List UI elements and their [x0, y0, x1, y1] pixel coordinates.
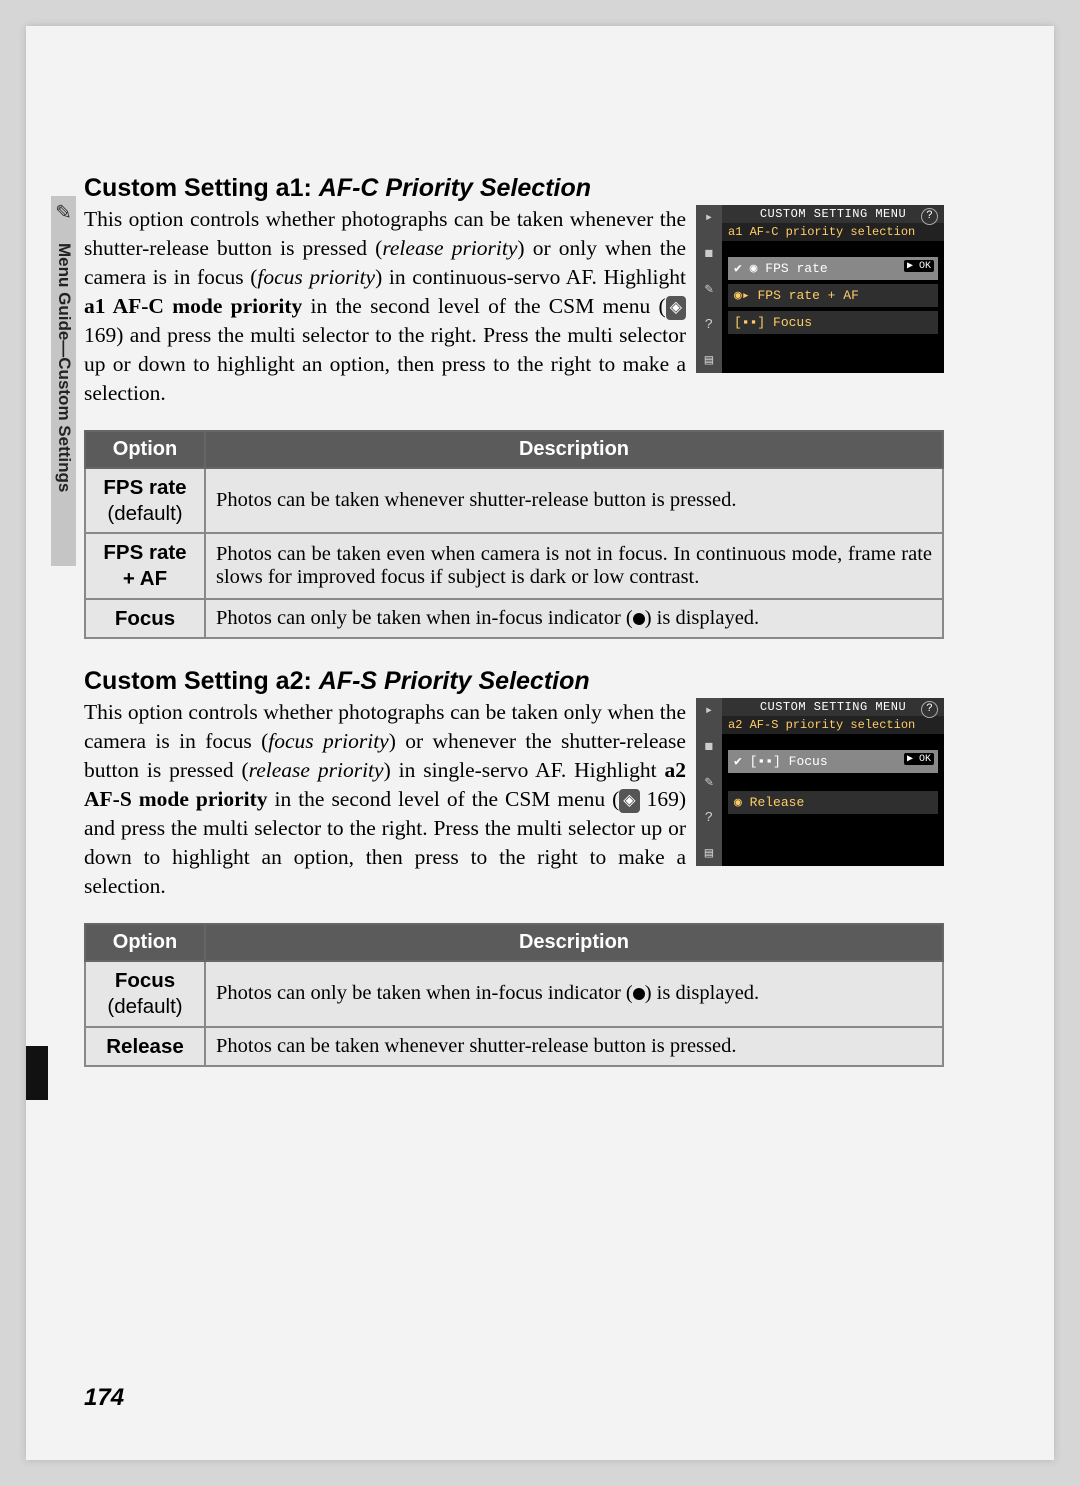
- th-option: Option: [85, 431, 205, 468]
- wrench-icon: ?: [705, 317, 713, 333]
- wrench-icon: ?: [705, 810, 713, 826]
- screenshot-row-selected: ✔ ◉ FPS rate ▶ OK: [728, 257, 938, 280]
- camera-icon: ◼: [705, 738, 713, 755]
- table-row: Focus Photos can only be taken when in-f…: [85, 599, 943, 639]
- heading-a2: Custom Setting a2: AF-S Priority Selecti…: [84, 667, 944, 696]
- screenshot-title: CUSTOM SETTING MENU: [722, 698, 944, 716]
- page-ref-num: 169: [84, 323, 116, 347]
- opt-sub: (default): [107, 995, 182, 1018]
- camera-screenshot-a1: ▸ ◼ ✎ ? ▤ CUSTOM SETTING MENU ? a1 AF-C …: [696, 205, 944, 373]
- opt-desc: Photos can be taken even when camera is …: [205, 533, 943, 598]
- table-row: Focus (default) Photos can only be taken …: [85, 961, 943, 1026]
- table-row: FPS rate+ AF Photos can be taken even wh…: [85, 533, 943, 598]
- screenshot-row: ◉▸ FPS rate + AF: [728, 284, 938, 307]
- opt-name: Release: [106, 1035, 184, 1058]
- screenshot-sidebar-icons: ▸ ◼ ✎ ? ▤: [696, 698, 722, 866]
- section-a1: Custom Setting a1: AF-C Priority Selecti…: [84, 174, 944, 639]
- heading-a1-prefix: Custom Setting a1:: [84, 174, 312, 202]
- pencil-icon: ✎: [705, 281, 713, 298]
- play-icon: ▸: [705, 209, 713, 226]
- play-icon: ▸: [705, 702, 713, 719]
- page-ref-icon: ◈: [619, 789, 639, 813]
- camera-screenshot-a2: ▸ ◼ ✎ ? ▤ CUSTOM SETTING MENU ? a2 AF-S …: [696, 698, 944, 866]
- ok-badge: ▶ OK: [904, 260, 934, 272]
- th-description: Description: [205, 924, 943, 961]
- card-icon: ▤: [705, 352, 713, 369]
- opt-name: FPS rate: [103, 476, 186, 499]
- screenshot-sidebar-icons: ▸ ◼ ✎ ? ▤: [696, 205, 722, 373]
- heading-a1-title: AF-C Priority Selection: [319, 174, 591, 202]
- help-icon: ?: [921, 208, 938, 225]
- pencil-icon: ✎: [51, 196, 76, 225]
- opt-name: Focus: [115, 607, 175, 630]
- th-description: Description: [205, 431, 943, 468]
- section-a2: Custom Setting a2: AF-S Priority Selecti…: [84, 667, 944, 1067]
- ok-badge: ▶ OK: [904, 753, 934, 765]
- screenshot-row-selected: ✔ [▪▪] Focus ▶ OK: [728, 750, 938, 773]
- heading-a1: Custom Setting a1: AF-C Priority Selecti…: [84, 174, 944, 203]
- opt-name: Focus: [115, 969, 175, 992]
- options-table-a1: Option Description FPS rate (default) Pho…: [84, 430, 944, 639]
- options-table-a2: Option Description Focus (default) Photos…: [84, 923, 944, 1067]
- screenshot-row: ◉ Release: [728, 791, 938, 814]
- focus-dot-icon: [633, 988, 645, 1000]
- manual-page: ✎ Menu Guide—Custom Settings Custom Sett…: [26, 26, 1054, 1460]
- page-ref-icon: ◈: [666, 296, 686, 320]
- camera-icon: ◼: [705, 245, 713, 262]
- side-tab: ✎ Menu Guide—Custom Settings: [51, 196, 76, 566]
- pencil-icon: ✎: [705, 774, 713, 791]
- opt-desc: Photos can be taken whenever shutter-rel…: [205, 1027, 943, 1067]
- screenshot-subtitle: a1 AF-C priority selection: [722, 223, 944, 241]
- opt-sub: (default): [107, 502, 182, 525]
- thumb-index-marker: [26, 1046, 48, 1100]
- opt-desc: Photos can only be taken when in-focus i…: [205, 599, 943, 639]
- screenshot-title: CUSTOM SETTING MENU: [722, 205, 944, 223]
- page-ref-num: 169: [647, 787, 679, 811]
- heading-a2-prefix: Custom Setting a2:: [84, 667, 312, 695]
- opt-desc: Photos can be taken whenever shutter-rel…: [205, 468, 943, 533]
- table-row: FPS rate (default) Photos can be taken wh…: [85, 468, 943, 533]
- side-tab-label: Menu Guide—Custom Settings: [51, 225, 74, 492]
- focus-dot-icon: [633, 613, 645, 625]
- screenshot-row: [▪▪] Focus: [728, 311, 938, 334]
- heading-a2-title: AF-S Priority Selection: [319, 667, 590, 695]
- card-icon: ▤: [705, 845, 713, 862]
- th-option: Option: [85, 924, 205, 961]
- table-row: Release Photos can be taken whenever shu…: [85, 1027, 943, 1067]
- page-number: 174: [84, 1384, 124, 1412]
- opt-desc: Photos can only be taken when in-focus i…: [205, 961, 943, 1026]
- opt-name: FPS rate+ AF: [103, 541, 186, 590]
- screenshot-subtitle: a2 AF-S priority selection: [722, 716, 944, 734]
